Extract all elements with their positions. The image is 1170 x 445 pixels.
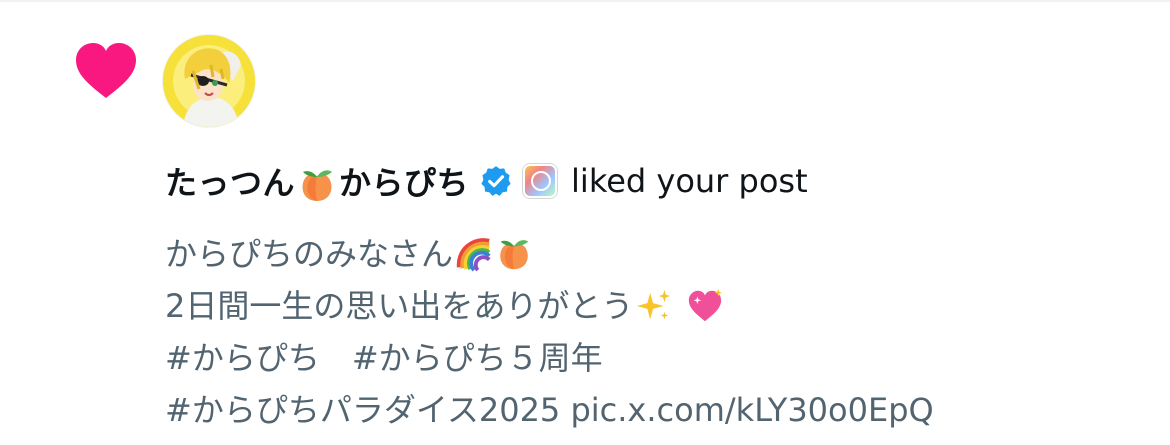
- post-text[interactable]: からぴちのみなさん 2日間一生の思い出をありがとう #からぴち #からぴち５周年…: [165, 228, 934, 436]
- action-text: liked your post: [571, 162, 808, 200]
- post-line-2: 2日間一生の思い出をありがとう: [165, 280, 934, 332]
- post-line-2-text: 2日間一生の思い出をありがとう: [165, 287, 634, 325]
- user-name-part1: たっつん: [165, 163, 296, 202]
- rainbow-emoji: [456, 238, 491, 272]
- avatar-illustration: [163, 35, 255, 127]
- user-name[interactable]: たっつん からぴち: [165, 158, 469, 205]
- post-line-1-text: からぴちのみなさん: [165, 235, 454, 273]
- user-name-part2: からぴち: [339, 163, 470, 202]
- sparkling-heart-emoji: [688, 288, 722, 322]
- avatar[interactable]: [163, 35, 255, 127]
- heart-icon: [76, 43, 136, 98]
- post-line-4: #からぴちパラダイス2025 pic.x.com/kLY30o0EpQ: [165, 391, 934, 429]
- sparkles-emoji: [637, 289, 671, 320]
- verified-badge-icon: [481, 166, 511, 196]
- top-divider: [0, 0, 1170, 2]
- post-line-1: からぴちのみなさん: [165, 228, 934, 280]
- affiliate-badge-icon[interactable]: [523, 164, 558, 198]
- peach-emoji: [302, 169, 333, 201]
- peach-emoji: [500, 240, 529, 270]
- notification-headline: たっつん からぴち liked your post: [165, 158, 808, 204]
- post-line-3: #からぴち #からぴち５周年: [165, 339, 603, 377]
